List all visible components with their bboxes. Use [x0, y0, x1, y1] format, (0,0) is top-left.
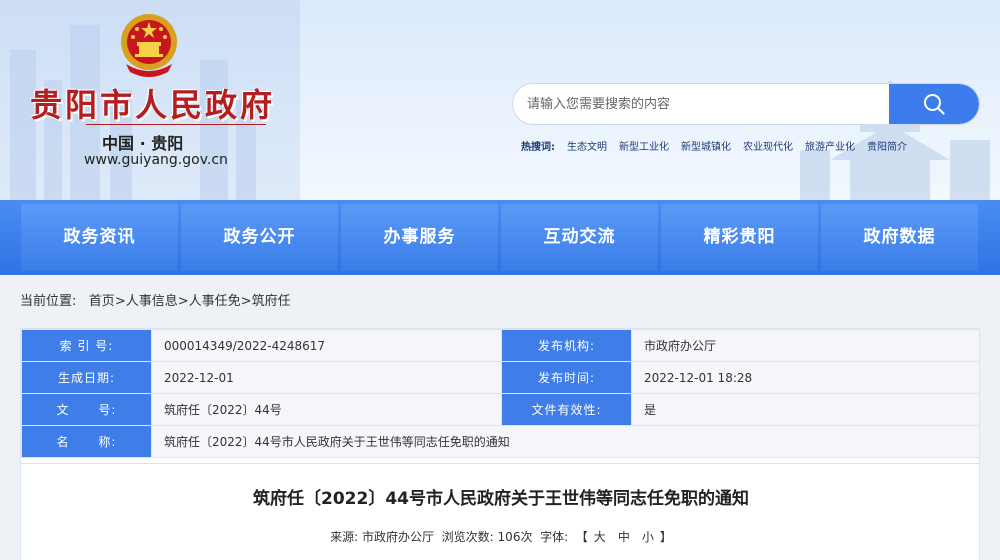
table-row: 索 引 号: 000014349/2022-4248617 发布机构: 市政府办…	[21, 329, 980, 362]
source-label: 来源:	[330, 530, 359, 544]
article-meta: 来源: 市政府办公厅 浏览次数: 106次 字体: 【大中小】	[21, 528, 981, 545]
font-bracket-open: 【	[575, 530, 588, 544]
doc-number-label: 文 号:	[21, 393, 152, 426]
breadcrumb-separator: >	[114, 294, 126, 309]
name-label: 名 称:	[21, 425, 152, 458]
hot-word-link[interactable]: 旅游产业化	[805, 138, 855, 153]
font-bracket-close: 】	[659, 530, 672, 544]
breadcrumb-separator: >	[177, 294, 189, 309]
created-label: 生成日期:	[21, 361, 152, 394]
search-button[interactable]	[889, 84, 979, 124]
doc-number-value: 筑府任〔2022〕44号	[151, 393, 502, 426]
published-value: 2022-12-01 18:28	[631, 361, 980, 394]
article: 筑府任〔2022〕44号市人民政府关于王世伟等同志任免职的通知 来源: 市政府办…	[20, 464, 980, 560]
font-small-button[interactable]: 小	[642, 530, 654, 544]
publisher-label: 发布机构:	[501, 329, 632, 362]
nav-item-news[interactable]: 政务资讯	[21, 204, 178, 271]
publisher-value: 市政府办公厅	[631, 329, 980, 362]
source-value: 市政府办公厅	[362, 530, 435, 544]
views-value: 106次	[497, 530, 533, 544]
hot-word-link[interactable]: 新型城镇化	[681, 138, 731, 153]
breadcrumb-appointments[interactable]: 人事任免	[189, 294, 241, 309]
created-value: 2022-12-01	[151, 361, 502, 394]
published-label: 发布时间:	[501, 361, 632, 394]
breadcrumb-personnel[interactable]: 人事信息	[126, 294, 178, 309]
breadcrumb-home[interactable]: 首页	[89, 294, 115, 309]
nav-item-open-government[interactable]: 政务公开	[181, 204, 338, 271]
font-size-label: 字体:	[540, 530, 569, 544]
nav-item-data[interactable]: 政府数据	[821, 204, 978, 271]
breadcrumb-prefix: 当前位置:	[20, 294, 77, 309]
document-info-table: 索 引 号: 000014349/2022-4248617 发布机构: 市政府办…	[21, 329, 980, 458]
name-value: 筑府任〔2022〕44号市人民政府关于王世伟等同志任免职的通知	[151, 425, 980, 458]
site-header: 贵阳市人民政府 中国 · 贵阳 www.guiyang.gov.cn 热搜词: …	[0, 0, 1000, 200]
site-title: 贵阳市人民政府	[30, 86, 276, 124]
nav-item-services[interactable]: 办事服务	[341, 204, 498, 271]
site-subtitle: 中国 · 贵阳	[102, 134, 184, 153]
hot-word-link[interactable]: 农业现代化	[743, 138, 793, 153]
main-nav: 政务资讯 政务公开 办事服务 互动交流 精彩贵阳 政府数据	[0, 200, 1000, 275]
hot-word-link[interactable]: 生态文明	[567, 138, 607, 153]
search-bar	[512, 83, 980, 125]
article-title: 筑府任〔2022〕44号市人民政府关于王世伟等同志任免职的通知	[253, 489, 749, 509]
search-icon	[924, 94, 945, 115]
hot-words-label: 热搜词:	[521, 142, 555, 153]
validity-label: 文件有效性:	[501, 393, 632, 426]
table-row: 生成日期: 2022-12-01 发布时间: 2022-12-01 18:28	[21, 361, 980, 394]
nav-item-guiyang[interactable]: 精彩贵阳	[661, 204, 818, 271]
national-emblem-icon	[121, 14, 177, 77]
search-input[interactable]	[527, 84, 887, 124]
index-label: 索 引 号:	[21, 329, 152, 362]
validity-value: 是	[631, 393, 980, 426]
font-medium-button[interactable]: 中	[618, 530, 630, 544]
document-info-panel: 索 引 号: 000014349/2022-4248617 发布机构: 市政府办…	[20, 328, 980, 464]
breadcrumb-separator: >	[240, 294, 252, 309]
index-value: 000014349/2022-4248617	[151, 329, 502, 362]
table-row: 文 号: 筑府任〔2022〕44号 文件有效性: 是	[21, 393, 980, 426]
table-row: 名 称: 筑府任〔2022〕44号市人民政府关于王世伟等同志任免职的通知	[21, 425, 980, 458]
hot-word-link[interactable]: 贵阳简介	[867, 138, 907, 153]
hot-search-words: 热搜词: 生态文明 新型工业化 新型城镇化 农业现代化 旅游产业化 贵阳简介	[521, 138, 907, 153]
site-url: www.guiyang.gov.cn	[84, 152, 228, 168]
title-divider	[86, 124, 266, 125]
views-label: 浏览次数:	[441, 530, 494, 544]
breadcrumb-current[interactable]: 筑府任	[252, 294, 291, 309]
font-large-button[interactable]: 大	[594, 530, 606, 544]
hot-word-link[interactable]: 新型工业化	[619, 138, 669, 153]
nav-item-interaction[interactable]: 互动交流	[501, 204, 658, 271]
breadcrumb: 当前位置: 首页>人事信息>人事任免>筑府任	[20, 290, 291, 309]
